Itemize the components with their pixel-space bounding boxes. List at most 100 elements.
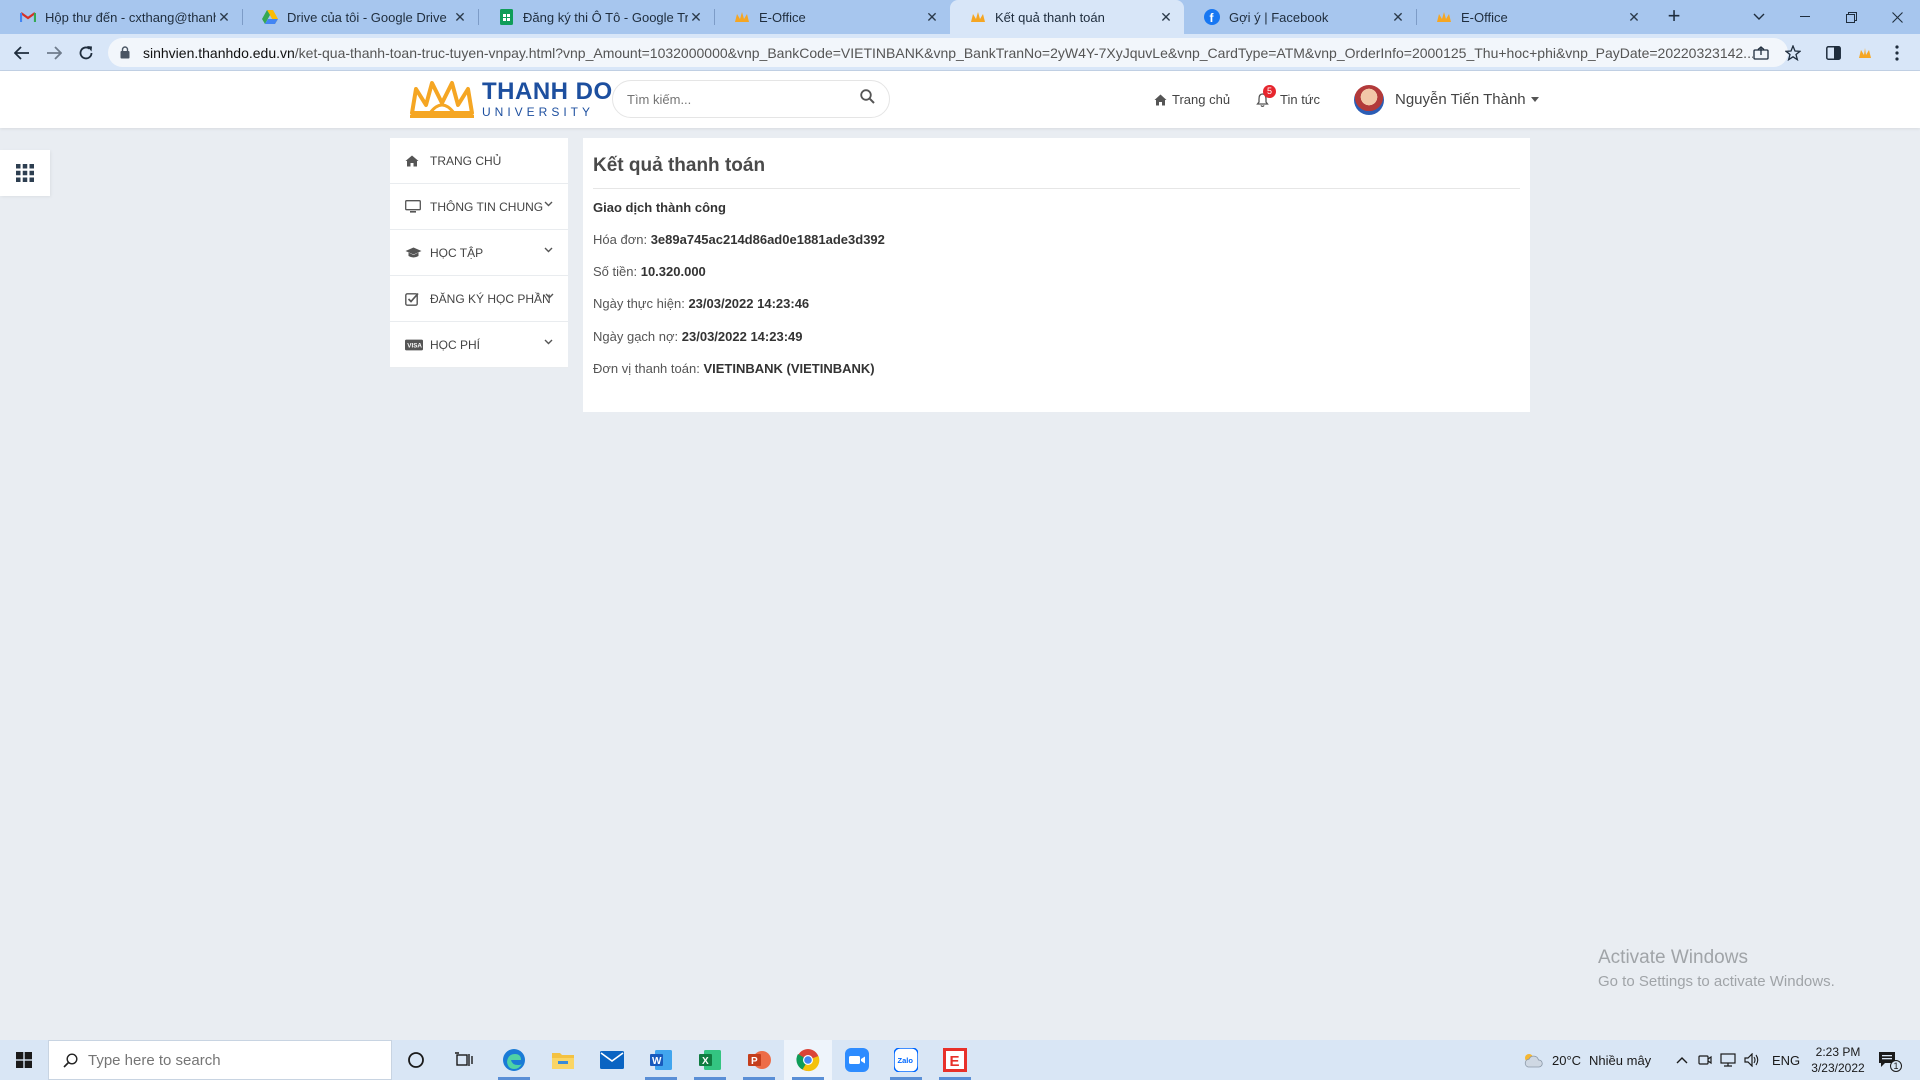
taskbar-search[interactable] [48, 1040, 392, 1080]
lock-icon[interactable] [120, 46, 134, 59]
powerpoint-icon: P [748, 1051, 771, 1069]
nav-news-link[interactable]: 5 Tin tức [1256, 71, 1320, 128]
apps-grid-button[interactable] [0, 150, 50, 196]
cortana-button[interactable] [392, 1040, 440, 1080]
system-clock[interactable]: 2:23 PM 3/23/2022 [1806, 1044, 1870, 1076]
url-host: sinhvien.thanhdo.edu.vn [143, 44, 295, 61]
payment-unit-value: VIETINBANK (VIETINBANK) [703, 361, 875, 376]
close-tab-icon[interactable]: ✕ [924, 9, 940, 26]
task-view-button[interactable] [440, 1040, 488, 1080]
browser-toolbar: sinhvien.thanhdo.edu.vn/ket-qua-thanh-to… [0, 34, 1920, 71]
meet-now-icon[interactable] [1698, 1040, 1712, 1080]
close-tab-icon[interactable]: ✕ [216, 9, 232, 26]
reload-icon[interactable] [74, 41, 98, 65]
language-indicator[interactable]: ENG [1772, 1040, 1800, 1080]
tab-facebook[interactable]: f Gợi ý | Facebook ✕ [1184, 0, 1417, 34]
share-icon[interactable] [1750, 42, 1772, 64]
more-menu-icon[interactable] [1886, 42, 1908, 64]
close-tab-icon[interactable]: ✕ [688, 9, 704, 26]
close-tab-icon[interactable]: ✕ [1158, 9, 1174, 26]
taskbar-excel[interactable]: X [686, 1040, 734, 1080]
tab-title: Đăng ký thi Ô Tô - Google Trang tính [523, 9, 688, 25]
weather-widget[interactable]: 20°C Nhiều mây [1522, 1040, 1651, 1080]
forward-arrow-icon[interactable] [42, 41, 66, 65]
back-arrow-icon[interactable] [10, 41, 34, 65]
clock-time: 2:23 PM [1815, 1045, 1861, 1059]
sidebar-item-thong-tin-chung[interactable]: THÔNG TIN CHUNG [390, 184, 568, 230]
bookmark-star-icon[interactable] [1782, 42, 1804, 64]
sidebar-item-label: ĐĂNG KÝ HỌC PHẦN [430, 291, 551, 306]
sidebar-item-dang-ky-hoc-phan[interactable]: ĐĂNG KÝ HỌC PHẦN [390, 276, 568, 322]
tab-e-office[interactable]: E-Office ✕ [714, 0, 950, 34]
minimize-button[interactable] [1782, 0, 1828, 34]
taskbar-chrome[interactable] [784, 1040, 832, 1080]
chevron-down-icon [544, 339, 553, 345]
sidebar-item-hoc-tap[interactable]: HỌC TẬP [390, 230, 568, 276]
close-tab-icon[interactable]: ✕ [1626, 9, 1642, 26]
taskbar-e-office-app[interactable]: E [931, 1040, 979, 1080]
network-icon[interactable] [1720, 1040, 1736, 1080]
thanhdo-logo-icon [410, 81, 474, 118]
site-search[interactable] [612, 80, 890, 118]
close-tab-icon[interactable]: ✕ [1390, 9, 1406, 26]
new-tab-button[interactable]: + [1660, 3, 1688, 29]
tab-gmail[interactable]: Hộp thư đến - cxthang@thanhdo ✕ [0, 0, 243, 34]
restore-button[interactable] [1828, 0, 1874, 34]
search-input[interactable] [627, 91, 860, 107]
windows-logo-icon [16, 1052, 32, 1068]
tab-google-drive[interactable]: Drive của tôi - Google Drive ✕ [242, 0, 479, 34]
thanhdo-logo-icon [734, 9, 750, 25]
invoice-row: Hóa đơn: 3e89a745ac214d86ad0e1881ade3d39… [593, 232, 885, 247]
url-text[interactable]: sinhvien.thanhdo.edu.vn/ket-qua-thanh-to… [143, 45, 1753, 61]
user-menu[interactable]: Nguyễn Tiến Thành [1354, 71, 1539, 128]
thanhdo-logo-icon [1436, 9, 1452, 25]
taskbar: W X P Zalo E 20°C Nhiều mây ENG 2:23 PM … [0, 1040, 1920, 1080]
tab-title: Kết quả thanh toán [995, 9, 1105, 25]
show-hidden-icons-button[interactable] [1676, 1040, 1688, 1080]
logo-subtitle: UNIVERSITY [482, 105, 595, 119]
volume-icon[interactable] [1744, 1040, 1760, 1080]
notification-count: 1 [1890, 1060, 1902, 1072]
search-icon[interactable] [860, 89, 875, 109]
thanhdo-logo[interactable]: THANH DO UNIVERSITY [406, 77, 613, 121]
tab-e-office-2[interactable]: E-Office ✕ [1416, 0, 1652, 34]
nav-home-link[interactable]: Trang chủ [1154, 71, 1230, 128]
svg-text:Zalo: Zalo [898, 1056, 914, 1065]
start-button[interactable] [0, 1040, 48, 1080]
transaction-status: Giao dịch thành công [593, 200, 726, 215]
notification-badge: 5 [1263, 84, 1276, 98]
taskbar-mail[interactable] [588, 1040, 636, 1080]
taskbar-powerpoint[interactable]: P [735, 1040, 783, 1080]
debit-date-row: Ngày gạch nợ: 23/03/2022 14:23:49 [593, 329, 802, 344]
close-tab-icon[interactable]: ✕ [452, 9, 468, 26]
page-title: Kết quả thanh toán [593, 155, 766, 176]
tab-ket-qua-thanh-toan[interactable]: Kết quả thanh toán ✕ [950, 0, 1184, 34]
taskbar-word[interactable]: W [637, 1040, 685, 1080]
profile-icon[interactable] [1854, 42, 1876, 64]
tab-google-sheets[interactable]: Đăng ký thi Ô Tô - Google Trang tính ✕ [478, 0, 715, 34]
amount-row: Số tiền: 10.320.000 [593, 264, 706, 279]
tab-search-chevron-icon[interactable] [1736, 0, 1782, 34]
sidebar-item-trang-chu[interactable]: TRANG CHỦ [390, 138, 568, 184]
taskbar-zoom[interactable] [833, 1040, 881, 1080]
notification-center-button[interactable]: 1 [1878, 1040, 1902, 1080]
taskbar-file-explorer[interactable] [539, 1040, 587, 1080]
address-bar[interactable]: sinhvien.thanhdo.edu.vn/ket-qua-thanh-to… [108, 38, 1788, 67]
amount-label: Số tiền: [593, 264, 638, 279]
google-drive-icon [262, 9, 278, 25]
tab-title: E-Office [1461, 9, 1508, 25]
close-window-button[interactable] [1874, 0, 1920, 34]
taskbar-edge[interactable] [490, 1040, 538, 1080]
side-panel-icon[interactable] [1822, 42, 1844, 64]
search-icon [63, 1052, 78, 1068]
sidebar-item-hoc-phi[interactable]: VISA HỌC PHÍ [390, 322, 568, 368]
taskbar-zalo[interactable]: Zalo [882, 1040, 930, 1080]
browser-tab-strip: Hộp thư đến - cxthang@thanhdo ✕ Drive củ… [0, 0, 1920, 34]
invoice-value: 3e89a745ac214d86ad0e1881ade3d392 [650, 232, 885, 247]
facebook-icon: f [1204, 9, 1220, 25]
activate-windows-subtitle: Go to Settings to activate Windows. [1598, 973, 1835, 990]
svg-text:X: X [702, 1056, 709, 1067]
taskbar-search-input[interactable] [88, 1051, 378, 1069]
nav-home-label: Trang chủ [1172, 92, 1231, 107]
folder-icon [552, 1053, 574, 1069]
